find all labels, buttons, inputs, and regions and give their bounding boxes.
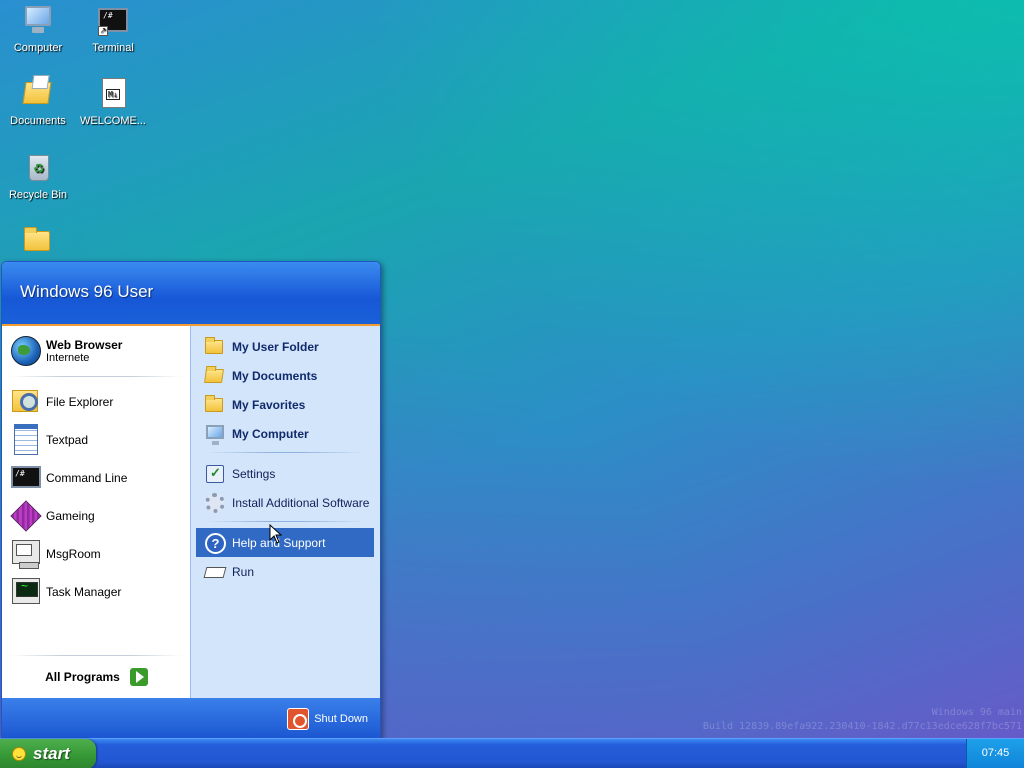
gear-icon	[204, 492, 226, 514]
settings-icon	[204, 463, 226, 485]
folder-icon	[21, 224, 55, 258]
menu-item-label: My Favorites	[232, 397, 306, 412]
menu-item-label: Gameing	[46, 509, 95, 523]
start-button[interactable]: start	[0, 739, 96, 768]
menu-item-task-manager[interactable]: Task Manager	[2, 573, 190, 611]
menu-item-label: Run	[232, 564, 255, 579]
file-explorer-icon	[10, 386, 42, 418]
menu-separator	[205, 452, 366, 453]
start-menu: Windows 96 User Web Browser Internete Fi…	[1, 261, 381, 739]
start-menu-places: My User Folder My Documents My Favorites…	[191, 326, 380, 698]
computer-icon	[204, 423, 226, 445]
help-icon: ?	[204, 532, 226, 554]
menu-item-settings[interactable]: Settings	[196, 459, 374, 488]
build-watermark: Windows 96 main Build 12839.89efa922.230…	[703, 706, 1022, 734]
menu-item-label: MsgRoom	[46, 547, 101, 561]
menu-item-label: Textpad	[46, 433, 89, 447]
desktop-icon-label: Recycle Bin	[8, 189, 68, 201]
menu-item-install-software[interactable]: Install Additional Software	[196, 488, 374, 517]
notepad-icon	[10, 424, 42, 456]
folder-icon	[204, 336, 226, 358]
menu-separator	[10, 376, 182, 377]
menu-item-label: Settings	[232, 466, 276, 481]
menu-item-gameing[interactable]: Gameing	[2, 497, 190, 535]
globe-icon	[10, 335, 42, 367]
clock: 07:45	[981, 747, 1010, 759]
run-icon	[203, 561, 227, 583]
desktop-icon-label: WELCOME...	[79, 115, 146, 127]
start-menu-header: Windows 96 User	[2, 262, 380, 326]
menu-item-textpad[interactable]: Textpad	[2, 421, 190, 459]
shut-down-label: Shut Down	[314, 713, 368, 725]
computer-icon	[21, 4, 55, 38]
menu-item-label: Task Manager	[46, 585, 122, 599]
menu-item-my-favorites[interactable]: My Favorites	[196, 390, 374, 419]
menu-item-help-and-support[interactable]: ? Help and Support	[196, 528, 374, 557]
desktop-icon-documents[interactable]: Documents	[0, 77, 76, 127]
desktop-icon-recycle-bin[interactable]: Recycle Bin	[0, 151, 76, 201]
terminal-icon: /# ↗	[96, 4, 130, 38]
start-menu-programs: Web Browser Internete File Explorer Text…	[2, 326, 191, 698]
menu-separator	[205, 521, 366, 522]
menu-item-my-documents[interactable]: My Documents	[196, 361, 374, 390]
menu-item-msgroom[interactable]: MsgRoom	[2, 535, 190, 573]
menu-item-label: File Explorer	[46, 395, 114, 409]
watermark-line-2: Build 12839.89efa922.230410-1842.d77c13e…	[702, 721, 1022, 732]
menu-item-command-line[interactable]: /# Command Line	[2, 459, 190, 497]
desktop-icon-label: Computer	[13, 42, 63, 54]
folder-icon	[204, 394, 226, 416]
documents-icon	[21, 77, 55, 111]
desktop-icon-welcome[interactable]: WELCOME...	[75, 77, 151, 127]
desktop-icon-label: Documents	[10, 115, 66, 127]
smiley-icon	[12, 747, 26, 761]
power-icon	[287, 708, 310, 730]
recycle-bin-icon	[21, 151, 55, 185]
start-label: start	[33, 744, 70, 763]
menu-item-my-user-folder[interactable]: My User Folder	[196, 332, 374, 361]
menu-item-label: Install Additional Software	[232, 495, 370, 510]
desktop-icon-label: Terminal	[92, 42, 134, 54]
watermark-line-1: Windows 96 main	[931, 707, 1022, 718]
menu-item-run[interactable]: Run	[196, 557, 374, 586]
cube-icon	[10, 500, 42, 532]
desktop-icon-terminal[interactable]: /# ↗ Terminal	[75, 4, 151, 54]
taskbar: start 07:45	[0, 738, 1024, 768]
markdown-file-icon	[96, 77, 130, 111]
menu-item-file-explorer[interactable]: File Explorer	[2, 383, 190, 421]
all-programs-label: All Programs	[45, 670, 120, 684]
menu-item-sublabel: Internete	[46, 352, 90, 364]
system-tray-clock[interactable]: 07:45	[966, 739, 1024, 768]
task-manager-icon	[10, 576, 42, 608]
start-menu-footer: Shut Down	[2, 698, 380, 738]
desktop-icon-folder[interactable]	[0, 224, 76, 262]
menu-item-label: Command Line	[46, 471, 128, 485]
menu-item-label: My Documents	[232, 368, 318, 383]
menu-item-label: Web Browser	[46, 338, 123, 352]
documents-icon	[204, 365, 226, 387]
msgroom-icon	[10, 538, 42, 570]
all-programs-button[interactable]: All Programs	[2, 656, 191, 698]
desktop-icon-computer[interactable]: Computer	[0, 4, 76, 54]
menu-item-label: My Computer	[232, 426, 309, 441]
shut-down-button[interactable]: Shut Down	[287, 708, 368, 730]
user-name: Windows 96 User	[20, 282, 154, 301]
terminal-icon: /#	[10, 462, 42, 494]
menu-item-web-browser[interactable]: Web Browser Internete	[2, 326, 190, 374]
arrow-right-icon	[129, 668, 148, 686]
menu-item-label: My User Folder	[232, 339, 319, 354]
menu-item-my-computer[interactable]: My Computer	[196, 419, 374, 448]
